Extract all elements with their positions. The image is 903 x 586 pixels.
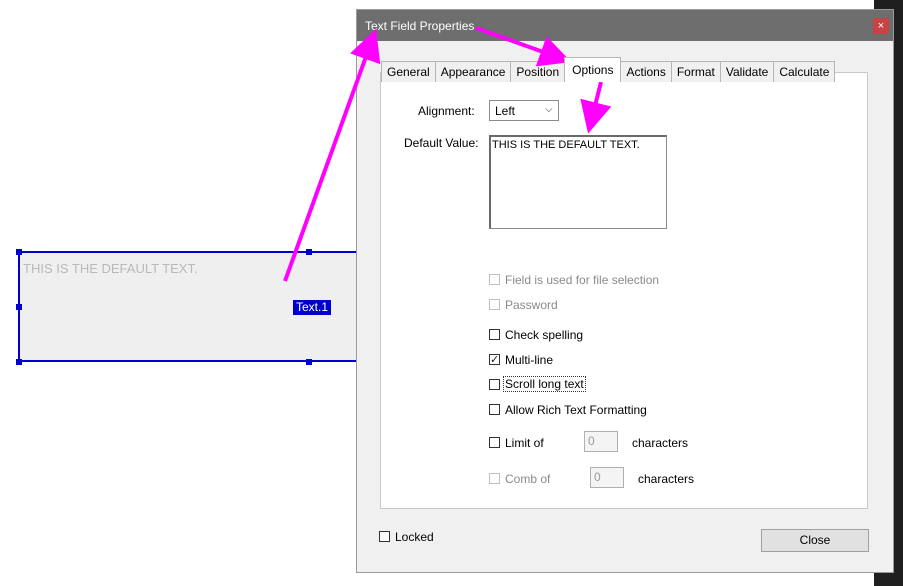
annotation-arrows <box>283 26 612 282</box>
arrow-options-to-panel <box>580 81 612 134</box>
tab-options[interactable]: Options <box>564 57 622 82</box>
arrow-title-to-options-tab <box>475 26 572 67</box>
arrow-field-to-title <box>283 28 381 282</box>
